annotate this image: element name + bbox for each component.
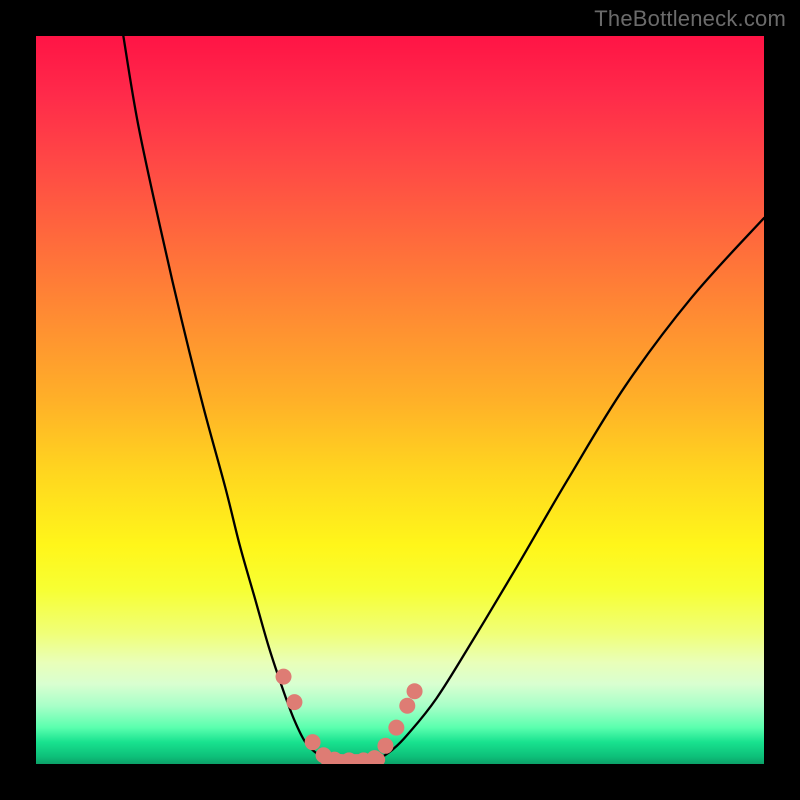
plot-area	[36, 36, 764, 764]
marker-dot	[388, 720, 404, 736]
marker-dot	[276, 669, 292, 685]
marker-dot	[399, 698, 415, 714]
chart-frame: TheBottleneck.com	[0, 0, 800, 800]
watermark-text: TheBottleneck.com	[594, 6, 786, 32]
marker-dot	[377, 738, 393, 754]
salmon-dots	[276, 669, 423, 764]
chart-svg	[36, 36, 764, 764]
marker-dot	[286, 694, 302, 710]
marker-dot	[305, 734, 321, 750]
marker-dot	[367, 750, 383, 764]
left-curve	[123, 36, 327, 760]
right-curve	[378, 218, 764, 760]
marker-dot	[407, 683, 423, 699]
